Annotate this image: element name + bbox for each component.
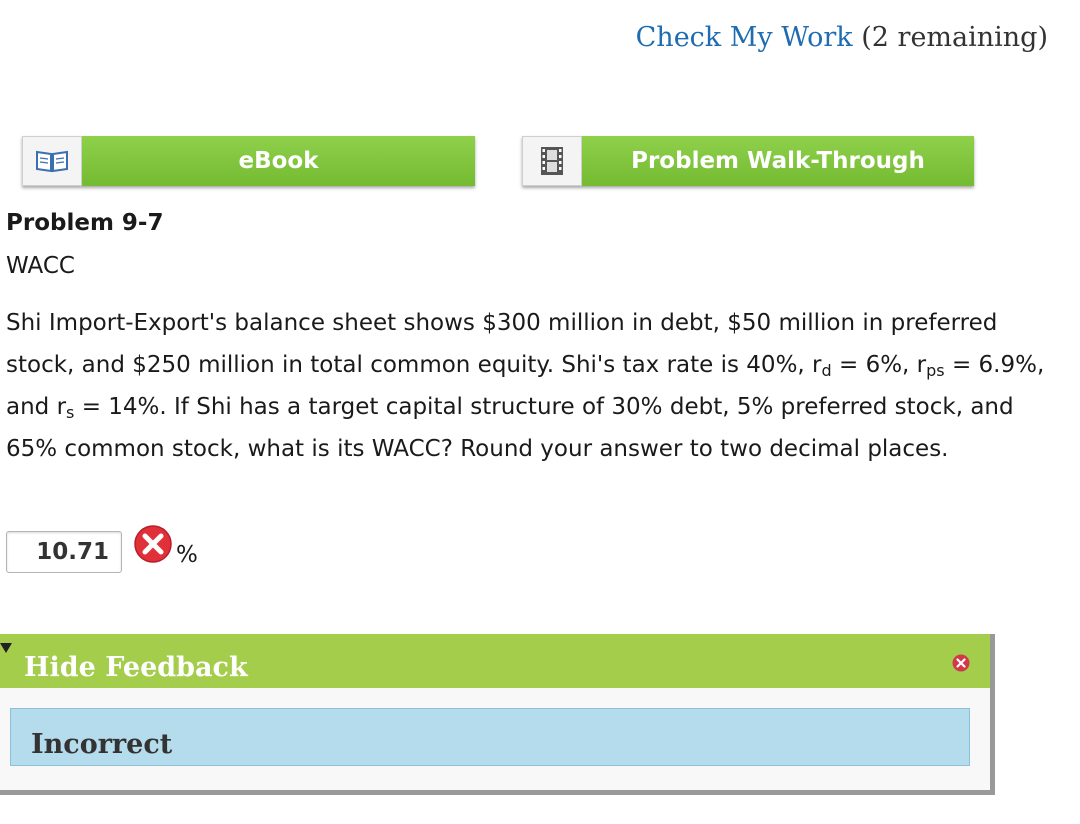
- walkthrough-label: Problem Walk-Through: [582, 136, 974, 186]
- film-icon: [522, 136, 582, 186]
- problem-text-4: = 14%. If Shi has a target capital struc…: [6, 394, 1014, 462]
- ebook-button[interactable]: eBook: [22, 136, 475, 186]
- problem-title: Problem 9-7: [6, 210, 164, 236]
- feedback-panel: Hide Feedback Incorrect: [0, 634, 995, 795]
- problem-subtitle: WACC: [6, 253, 75, 279]
- percent-unit: %: [176, 542, 198, 568]
- problem-text-2: = 6%, r: [831, 352, 927, 378]
- remaining-attempts: (2 remaining): [861, 22, 1048, 53]
- book-icon: [22, 136, 82, 186]
- incorrect-x-icon: [133, 524, 173, 568]
- check-my-work: Check My Work (2 remaining): [636, 22, 1048, 53]
- ebook-label: eBook: [82, 136, 475, 186]
- subscript-ps: ps: [926, 361, 945, 380]
- result-text: Incorrect: [31, 729, 173, 760]
- subscript-d: d: [821, 361, 832, 380]
- problem-walkthrough-button[interactable]: Problem Walk-Through: [522, 136, 974, 186]
- close-icon[interactable]: [952, 654, 970, 676]
- feedback-header: Hide Feedback: [0, 634, 990, 688]
- answer-input[interactable]: [6, 531, 122, 573]
- check-my-work-link[interactable]: Check My Work: [636, 22, 853, 53]
- feedback-result: Incorrect: [10, 708, 970, 766]
- hide-feedback-toggle[interactable]: Hide Feedback: [24, 652, 248, 683]
- problem-statement: Shi Import-Export's balance sheet shows …: [6, 302, 1066, 470]
- collapse-triangle-icon[interactable]: [0, 643, 12, 653]
